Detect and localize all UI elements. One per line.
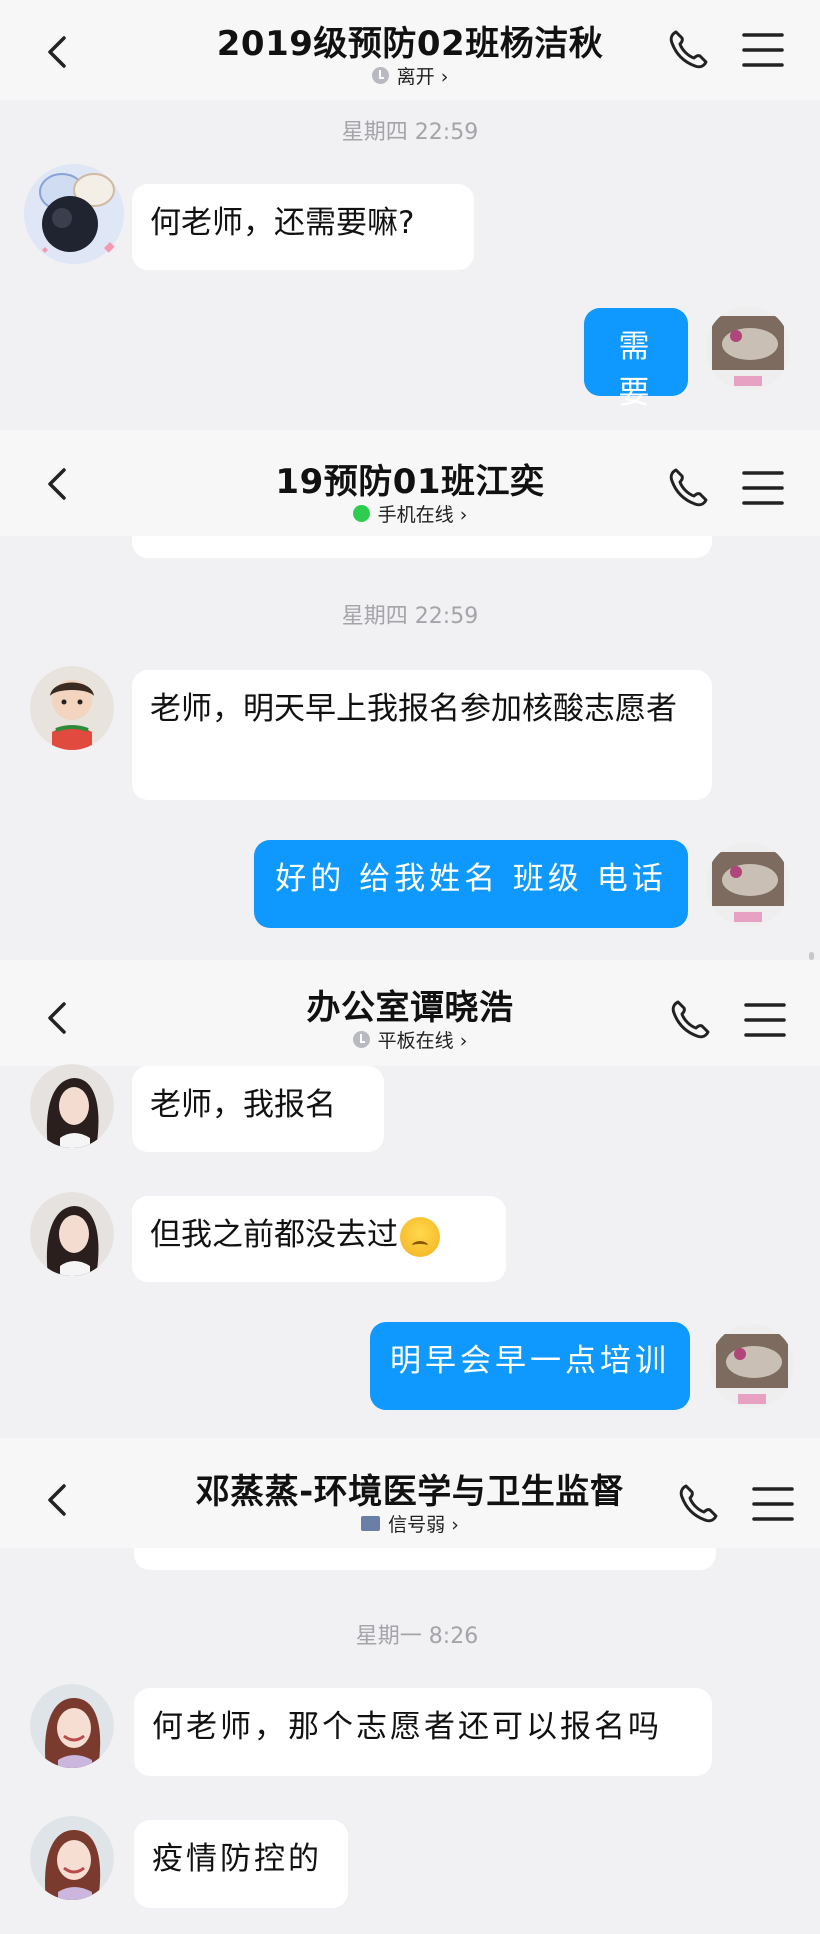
- phone-icon[interactable]: [666, 28, 710, 72]
- chat-header: 2019级预防02班杨洁秋 离开 ›: [0, 0, 820, 100]
- timestamp: 星期四 22:59: [341, 120, 479, 145]
- phone-icon[interactable]: [668, 998, 712, 1042]
- previous-message-fragment: [132, 536, 712, 558]
- incoming-message[interactable]: 老师，我报名: [132, 1066, 384, 1152]
- chat-panel-3: 办公室谭晓浩 平板在线 › 老师，我报名 但我之前都没去过 明早会早一点培训: [0, 960, 820, 1438]
- my-avatar[interactable]: [706, 306, 790, 390]
- hamburger-menu-icon[interactable]: [752, 1484, 794, 1524]
- avatar[interactable]: [22, 162, 126, 266]
- chat-header: 邓蒸蒸-环境医学与卫生监督 信号弱 ›: [0, 1438, 820, 1548]
- my-avatar[interactable]: [710, 1324, 794, 1408]
- presence-label: 平板在线 ›: [377, 1030, 468, 1052]
- presence-label: 信号弱 ›: [388, 1514, 459, 1536]
- chat-panel-4: 邓蒸蒸-环境医学与卫生监督 信号弱 › 星期一 8:26 何老师，那个志愿者还可…: [0, 1438, 820, 1934]
- timestamp: 星期一 8:26: [355, 1624, 479, 1649]
- avatar[interactable]: [30, 1684, 114, 1768]
- avatar[interactable]: [30, 1816, 114, 1900]
- outgoing-message[interactable]: 明早会早一点培训: [370, 1322, 690, 1410]
- incoming-message[interactable]: 何老师，还需要嘛?: [132, 184, 474, 270]
- phone-icon[interactable]: [666, 466, 710, 510]
- presence-label: 手机在线 ›: [377, 504, 468, 526]
- hamburger-menu-icon[interactable]: [744, 1000, 786, 1040]
- outgoing-message[interactable]: 好的 给我姓名 班级 电话: [254, 840, 688, 928]
- incoming-message[interactable]: 但我之前都没去过: [132, 1196, 506, 1282]
- incoming-message[interactable]: 老师，明天早上我报名参加核酸志愿者: [132, 670, 712, 800]
- clock-icon: [352, 1031, 370, 1048]
- hamburger-menu-icon[interactable]: [742, 30, 784, 70]
- incoming-message[interactable]: 疫情防控的: [134, 1820, 348, 1908]
- message-text: 但我之前都没去过: [150, 1217, 398, 1253]
- avatar[interactable]: [30, 1192, 114, 1276]
- hamburger-menu-icon[interactable]: [742, 468, 784, 508]
- phone-icon[interactable]: [676, 1482, 720, 1526]
- clock-icon: [371, 67, 389, 84]
- avatar[interactable]: [30, 666, 114, 750]
- previous-message-fragment: [134, 1548, 716, 1570]
- chat-panel-1: 2019级预防02班杨洁秋 离开 › 星期四 22:59 何老师，还需要嘛? 需…: [0, 0, 820, 430]
- weak-signal-icon: [361, 1516, 381, 1531]
- presence-label: 离开 ›: [396, 66, 449, 88]
- my-avatar[interactable]: [706, 842, 790, 926]
- chat-header: 办公室谭晓浩 平板在线 ›: [0, 960, 820, 1066]
- incoming-message[interactable]: 何老师，那个志愿者还可以报名吗: [134, 1688, 712, 1776]
- scrollbar[interactable]: [809, 952, 814, 960]
- chat-header: 19预防01班江奕 手机在线 ›: [0, 430, 820, 536]
- chat-panel-2: 19预防01班江奕 手机在线 › 星期四 22:59 老师，明天早上我报名参加核…: [0, 430, 820, 960]
- outgoing-message[interactable]: 需要: [584, 308, 688, 411]
- avatar[interactable]: [30, 1064, 114, 1148]
- timestamp: 星期四 22:59: [341, 604, 479, 629]
- anxious-face-emoji: [400, 1216, 440, 1257]
- online-dot-icon: [352, 505, 370, 522]
